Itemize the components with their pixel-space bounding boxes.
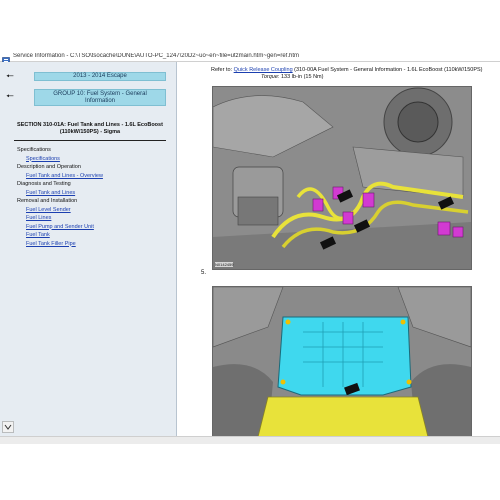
ref-suffix: (310-00A Fuel System - General Informati… (294, 67, 483, 73)
toc-link[interactable]: Fuel Lines (17, 214, 167, 223)
scroll-down-icon[interactable] (2, 420, 14, 433)
toc-heading: Removal and Installation (17, 198, 78, 204)
ref-prefix: Refer to: (211, 67, 233, 73)
reference-line: Refer to: Quick Release Coupling (310-00… (211, 67, 497, 74)
group-button[interactable]: GROUP 10: Fuel System - General Informat… (34, 89, 166, 106)
title-bar: Service Information - C:\TSO\tsocache\DU… (0, 50, 500, 65)
back-arrow-icon[interactable]: 🠔 (6, 92, 14, 101)
underbody-drawing (213, 287, 471, 437)
section-divider (14, 140, 166, 141)
toc-link[interactable]: Fuel Tank Filler Pipe (17, 240, 167, 249)
toc-heading: Description and Operation (17, 164, 81, 170)
toc-link[interactable]: Fuel Level Sender (17, 206, 167, 215)
torque-spec: Torque: 133 lb-in (15 Nm) (261, 74, 323, 81)
toc-link[interactable]: Fuel Tank and Lines (17, 189, 167, 198)
fuel-lines-illustration: N0142459 (212, 86, 472, 270)
navigation-sidebar: 🠔 2013 - 2014 Escape 🠔 GROUP 10: Fuel Sy… (0, 62, 177, 436)
procedure-content: Refer to: Quick Release Coupling (310-00… (177, 62, 500, 438)
toc-link[interactable]: Fuel Pump and Sender Unit (17, 223, 167, 232)
toc-heading: Specifications (17, 147, 51, 153)
status-bar (0, 436, 500, 444)
torque-label: Torque (261, 74, 278, 80)
torque-value: : 133 lb-in (15 Nm) (277, 74, 324, 80)
toc-heading: Diagnosis and Testing (17, 181, 71, 187)
toc-link[interactable]: Fuel Tank (17, 231, 167, 240)
back-arrow-icon[interactable]: 🠔 (6, 72, 14, 81)
toc-link[interactable]: Specifications (17, 155, 167, 164)
group-nav-row: 🠔 GROUP 10: Fuel System - General Inform… (0, 84, 176, 110)
underbody-shield-illustration (212, 286, 472, 438)
table-of-contents: Specifications Specifications Description … (17, 146, 167, 248)
figure-id: N0142459 (215, 262, 234, 267)
model-year-button[interactable]: 2013 - 2014 Escape (34, 72, 166, 81)
fuel-lines-drawing (213, 87, 471, 269)
app-icon (2, 52, 10, 65)
content-area: 🠔 2013 - 2014 Escape 🠔 GROUP 10: Fuel Sy… (0, 62, 500, 438)
step-number: 5. (201, 270, 207, 276)
section-title: SECTION 310-01A: Fuel Tank and Lines - 1… (17, 122, 163, 135)
toc-link[interactable]: Fuel Tank and Lines - Overview (17, 172, 167, 181)
quick-release-coupling-link[interactable]: Quick Release Coupling (234, 67, 293, 73)
service-information-window: Service Information - C:\TSO\tsocache\DU… (0, 50, 500, 444)
window-title: Service Information - C:\TSO\tsocache\DU… (13, 52, 300, 59)
